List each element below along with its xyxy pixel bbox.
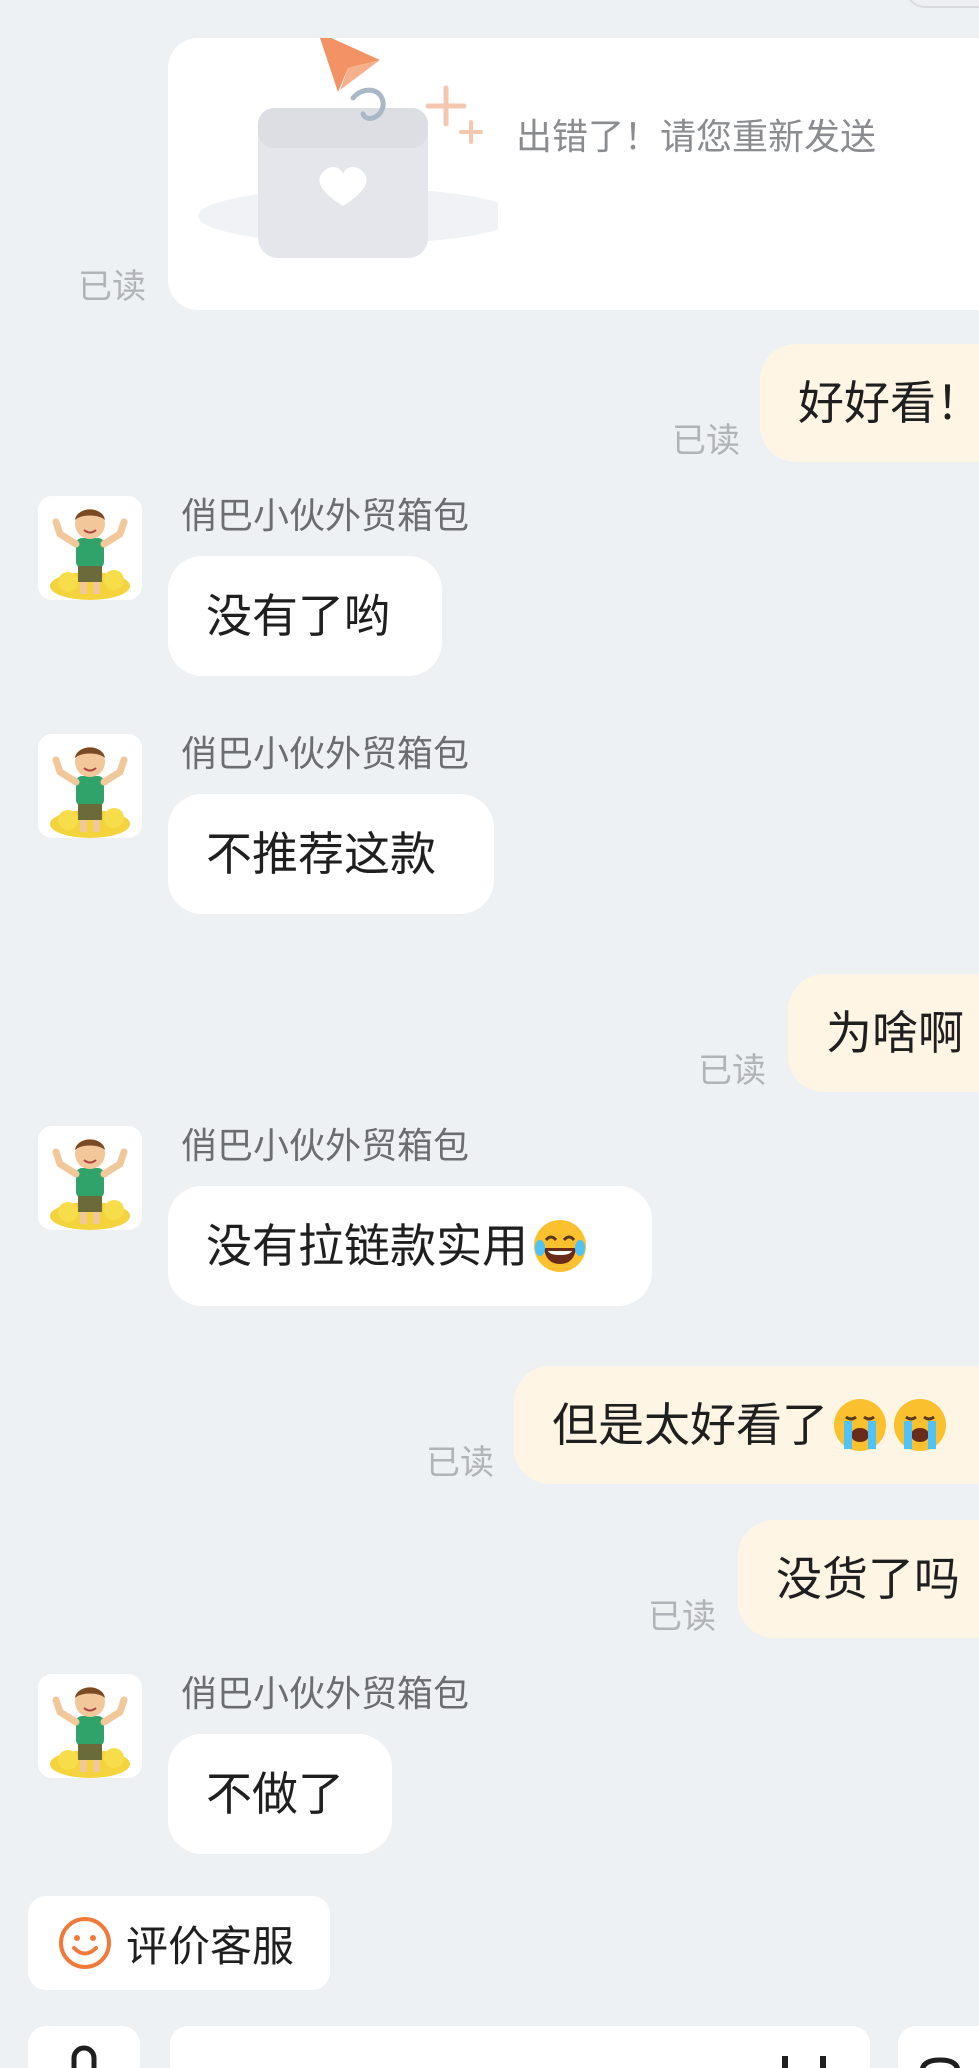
read-status: 已读 (78, 268, 146, 306)
sender-name: 俏巴小伙外贸箱包 (181, 1673, 470, 1714)
rate-service-label: 评价客服 (126, 1922, 295, 1970)
rate-service-button[interactable]: 评价客服 (28, 1896, 330, 1990)
boy-avatar-icon (50, 1139, 130, 1230)
error-message-card[interactable]: 出错了！请您重新发送 (168, 38, 979, 310)
message-text: 没货了吗 (776, 1553, 960, 1605)
crying-face-emoji-icon (834, 1399, 886, 1451)
error-message-text: 出错了！请您重新发送 (516, 116, 877, 157)
message-text: 但是太好看了 (552, 1399, 828, 1451)
incoming-message-bubble[interactable]: 不推荐这款 (168, 794, 494, 914)
read-status: 已读 (698, 1052, 766, 1090)
send-failed-illustration (198, 38, 498, 258)
incoming-message-bubble[interactable]: 不做了 (168, 1734, 392, 1854)
sender-name: 俏巴小伙外贸箱包 (181, 733, 470, 774)
avatar[interactable] (38, 496, 142, 600)
message-text: 没有了哟 (206, 590, 390, 642)
avatar[interactable] (38, 734, 142, 838)
microphone-icon (71, 2045, 97, 2068)
boy-avatar-icon (50, 1687, 130, 1778)
outgoing-message-bubble[interactable]: 好好看！ (760, 344, 979, 462)
avatar[interactable] (38, 1126, 142, 1230)
message-text: 没有拉链款实用 (206, 1220, 528, 1272)
boy-avatar-icon (50, 509, 130, 600)
message-text: 不推荐这款 (206, 828, 436, 880)
message-text: 为啥啊 (826, 1007, 964, 1059)
boy-avatar-icon (50, 747, 130, 838)
message-text: 不做了 (206, 1768, 344, 1820)
read-status: 已读 (648, 1598, 716, 1636)
outgoing-message-bubble[interactable]: 但是太好看了 (514, 1366, 979, 1484)
incoming-message-bubble[interactable]: 没有了哟 (168, 556, 442, 676)
read-status: 已读 (426, 1444, 494, 1482)
sender-name: 俏巴小伙外贸箱包 (181, 495, 470, 536)
avatar[interactable] (38, 1674, 142, 1778)
outgoing-message-bubble[interactable]: 为啥啊 (788, 974, 979, 1092)
top-edge-artifact (905, 0, 979, 8)
read-status: 已读 (672, 422, 740, 460)
outgoing-message-bubble[interactable]: 没货了吗 (738, 1520, 979, 1638)
crying-face-emoji-icon (894, 1399, 946, 1451)
laughing-tears-emoji-icon (534, 1220, 586, 1272)
message-input[interactable] (170, 2026, 870, 2068)
input-side-icon (782, 2056, 826, 2068)
chat-screen: 出错了！请您重新发送 已读 已读 好好看！ 俏巴小伙外贸箱包 没有了哟 俏巴小伙… (0, 0, 979, 2068)
cart-icon (920, 2057, 960, 2068)
sender-name: 俏巴小伙外贸箱包 (181, 1125, 470, 1166)
incoming-message-bubble[interactable]: 没有拉链款实用 (168, 1186, 652, 1306)
smiley-icon (59, 1917, 111, 1969)
voice-button[interactable] (28, 2026, 140, 2068)
more-button[interactable] (898, 2026, 979, 2068)
message-text: 好好看！ (798, 377, 979, 429)
